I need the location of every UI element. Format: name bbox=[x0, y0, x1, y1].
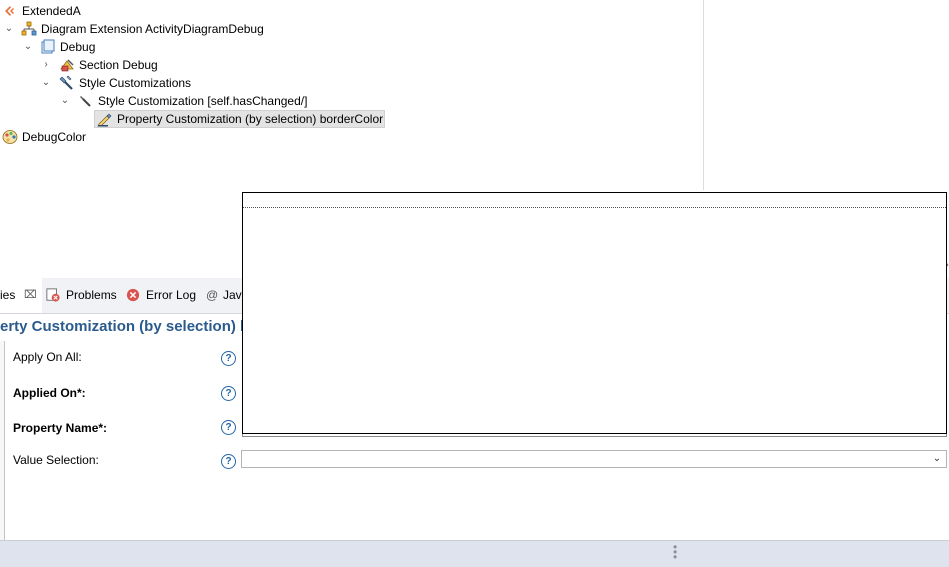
style-customization-icon bbox=[80, 96, 91, 107]
tree-item-label: Diagram Extension ActivityDiagramDebug bbox=[41, 22, 264, 36]
property-customization-icon bbox=[97, 113, 112, 127]
at-icon: @ bbox=[206, 288, 219, 302]
value-selection-label: Value Selection: bbox=[13, 453, 99, 467]
problems-icon bbox=[46, 288, 60, 302]
editor-divider bbox=[703, 0, 704, 190]
tree-item-label: Section Debug bbox=[79, 58, 158, 72]
chevron-right-icon[interactable]: › bbox=[40, 56, 52, 74]
diagram-extension-icon bbox=[21, 21, 37, 36]
tree-item-label: Style Customization [self.hasChanged/] bbox=[98, 94, 308, 108]
error-log-icon bbox=[126, 288, 140, 302]
tree-item-style-customizations[interactable]: ⌄ Style Customizations bbox=[0, 74, 200, 92]
tree-item-property-customization[interactable]: Property Customization (by selection) bo… bbox=[0, 110, 390, 128]
help-icon[interactable]: ? bbox=[221, 420, 236, 435]
tree-item-label: Debug bbox=[60, 40, 96, 54]
chevron-down-icon[interactable]: ⌄ bbox=[930, 451, 944, 467]
help-icon[interactable]: ? bbox=[221, 454, 236, 469]
property-name-label: Property Name*: bbox=[13, 421, 108, 435]
model-tree: ExtendedA ⌄ Diagram Extension ActivityDi… bbox=[0, 0, 703, 190]
value-selection-dropdown[interactable]: ⌄ bbox=[241, 450, 947, 468]
properties-tab-strip bbox=[0, 341, 5, 540]
status-bar bbox=[0, 540, 949, 567]
popup-window[interactable] bbox=[242, 192, 947, 434]
section-icon bbox=[60, 59, 74, 72]
tree-item-diagram-extension[interactable]: ⌄ Diagram Extension ActivityDiagramDebug bbox=[0, 20, 280, 38]
popup-shadow bbox=[242, 434, 947, 437]
tab-label: ies bbox=[0, 288, 16, 302]
chevron-down-icon[interactable]: ⌄ bbox=[22, 38, 34, 56]
palette-icon bbox=[2, 130, 18, 144]
popup-title-strip bbox=[243, 193, 946, 208]
tree-item-extendeda[interactable]: ExtendedA bbox=[0, 2, 200, 20]
tab-error-log[interactable]: Error Log bbox=[126, 278, 198, 313]
chevron-down-icon[interactable]: ⌄ bbox=[59, 92, 71, 110]
extension-icon bbox=[5, 6, 14, 16]
tree-item-label: Style Customizations bbox=[79, 76, 192, 90]
help-icon[interactable]: ? bbox=[221, 351, 236, 366]
apply-on-all-label: Apply On All: bbox=[13, 350, 82, 364]
style-customizations-icon bbox=[59, 75, 73, 90]
tab-problems[interactable]: Problems bbox=[46, 278, 121, 313]
help-icon[interactable]: ? bbox=[221, 386, 236, 401]
tree-item-label: Property Customization (by selection) bo… bbox=[117, 112, 384, 126]
chevron-down-icon[interactable]: ⌄ bbox=[3, 20, 15, 38]
tree-item-debug[interactable]: ⌄ Debug bbox=[0, 38, 120, 56]
tab-label: Problems bbox=[66, 288, 117, 302]
tree-item-section-debug[interactable]: › Section Debug bbox=[0, 56, 180, 74]
tab-java[interactable]: @ Java bbox=[206, 278, 248, 313]
tree-item-style-customization[interactable]: ⌄ Style Customization [self.hasChanged/] bbox=[0, 92, 320, 110]
chevron-down-icon[interactable]: ⌄ bbox=[40, 74, 52, 92]
tree-item-label: DebugColor bbox=[22, 130, 87, 144]
tab-label: Error Log bbox=[146, 288, 197, 302]
layer-icon bbox=[41, 39, 55, 54]
tab-properties[interactable]: ies ⌧ bbox=[0, 278, 42, 313]
status-grip[interactable]: • • • bbox=[673, 541, 677, 563]
properties-title: erty Customization (by selection) b bbox=[0, 318, 250, 335]
applied-on-label: Applied On*: bbox=[13, 386, 86, 400]
tree-item-debugcolor[interactable]: DebugColor bbox=[0, 128, 120, 146]
tree-item-label: ExtendedA bbox=[22, 4, 81, 18]
close-icon[interactable]: ⌧ bbox=[24, 278, 37, 313]
